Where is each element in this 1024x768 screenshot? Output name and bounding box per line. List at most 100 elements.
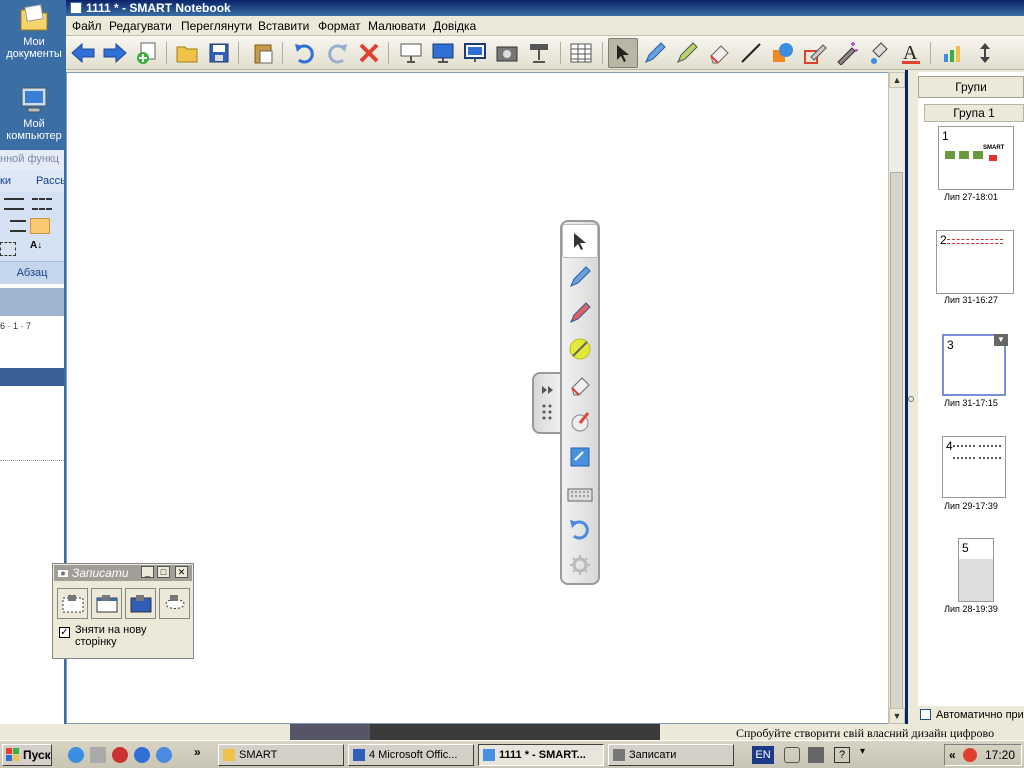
forward-arrow-icon[interactable] bbox=[100, 38, 130, 68]
delete-icon[interactable] bbox=[354, 38, 384, 68]
quick-launch-icon[interactable] bbox=[68, 747, 84, 763]
taskbar-task-notebook[interactable]: 1111 * - SMART... bbox=[478, 744, 604, 766]
highlighter-icon[interactable] bbox=[562, 332, 598, 366]
fill-icon[interactable] bbox=[864, 38, 894, 68]
page-thumbnail-4[interactable]: 4 bbox=[942, 436, 1006, 498]
move-toolbar-icon[interactable] bbox=[970, 38, 1000, 68]
text-icon[interactable]: A bbox=[896, 38, 926, 68]
capture-window-icon[interactable] bbox=[91, 588, 122, 619]
scroll-down-icon[interactable]: ▼ bbox=[889, 708, 905, 724]
internet-explorer-icon[interactable] bbox=[134, 747, 150, 763]
pen-icon[interactable] bbox=[562, 260, 598, 294]
shape-icon[interactable] bbox=[768, 38, 798, 68]
close-button[interactable]: ✕ bbox=[175, 566, 188, 578]
screen-capture-icon[interactable] bbox=[492, 38, 522, 68]
select-icon[interactable] bbox=[562, 224, 598, 258]
new-page-checkbox[interactable]: ✓ bbox=[59, 627, 70, 638]
scrollbar-thumb[interactable] bbox=[890, 172, 903, 742]
sort-icon[interactable]: A↓ bbox=[30, 240, 50, 256]
back-arrow-icon[interactable] bbox=[68, 38, 98, 68]
select-arrow-icon[interactable] bbox=[608, 38, 638, 68]
eraser-icon[interactable] bbox=[562, 368, 598, 402]
page-thumbnail-1[interactable]: 1 SMART bbox=[938, 126, 1014, 190]
magic-pen-icon[interactable] bbox=[832, 38, 862, 68]
dual-display-icon[interactable] bbox=[460, 38, 490, 68]
capture-freehand-icon[interactable] bbox=[159, 588, 190, 619]
page-thumbnail-2[interactable]: 2 bbox=[936, 230, 1014, 294]
list-icon[interactable] bbox=[4, 198, 24, 210]
panel-resize-handle[interactable] bbox=[908, 396, 914, 402]
screen-shade-icon[interactable] bbox=[396, 38, 426, 68]
menu-file[interactable]: Файл bbox=[72, 18, 102, 34]
clock[interactable]: 17:20 bbox=[985, 748, 1015, 762]
quick-launch-overflow[interactable]: » bbox=[194, 745, 201, 759]
add-page-icon[interactable] bbox=[132, 38, 162, 68]
page-menu-dropdown-icon[interactable]: ▼ bbox=[994, 334, 1008, 346]
canvas-vertical-scrollbar[interactable]: ▲ ▼ bbox=[888, 72, 905, 742]
tray-menu-icon[interactable]: ▾ bbox=[860, 746, 872, 764]
language-indicator[interactable]: EN bbox=[752, 746, 774, 764]
redo-icon[interactable] bbox=[322, 38, 352, 68]
paste-icon[interactable] bbox=[248, 38, 278, 68]
minimize-button[interactable]: _ bbox=[141, 566, 154, 578]
quick-launch-icon[interactable] bbox=[90, 747, 106, 763]
line-icon[interactable] bbox=[736, 38, 766, 68]
creative-pen-icon[interactable] bbox=[672, 38, 702, 68]
word-tab[interactable]: Рассь bbox=[36, 170, 64, 192]
quick-launch-icon[interactable] bbox=[112, 747, 128, 763]
creative-pen-icon[interactable] bbox=[562, 296, 598, 330]
record-dialog-titlebar[interactable]: Записати bbox=[54, 565, 192, 581]
numbered-list-icon[interactable] bbox=[32, 198, 52, 210]
page-thumbnail-3[interactable]: 3 ▼ bbox=[942, 334, 1008, 396]
tray-keyboard-icon[interactable] bbox=[808, 747, 824, 763]
eraser-icon[interactable] bbox=[704, 38, 734, 68]
properties-icon[interactable] bbox=[938, 38, 968, 68]
undo-icon[interactable] bbox=[562, 512, 598, 546]
borders-icon[interactable] bbox=[0, 242, 16, 256]
settings-icon[interactable] bbox=[562, 548, 598, 582]
menu-insert[interactable]: Вставити bbox=[258, 18, 309, 34]
menu-help[interactable]: Довідка bbox=[433, 18, 476, 34]
help-icon[interactable]: ? bbox=[834, 747, 850, 763]
capture-area-icon[interactable] bbox=[57, 588, 88, 619]
word-tab[interactable]: ки bbox=[0, 175, 11, 187]
align-right-icon[interactable] bbox=[10, 220, 26, 232]
page-thumbnail-5[interactable]: 5 bbox=[958, 538, 994, 602]
group-label[interactable]: Група 1 bbox=[924, 104, 1024, 122]
tray-tool-icon[interactable] bbox=[784, 747, 800, 763]
pen-icon[interactable] bbox=[640, 38, 670, 68]
menu-format[interactable]: Формат bbox=[318, 18, 361, 34]
taskbar-task-record[interactable]: Записати bbox=[608, 744, 734, 766]
taskbar-task-office[interactable]: 4 Microsoft Offic... bbox=[348, 744, 474, 766]
undo-icon[interactable] bbox=[290, 38, 320, 68]
auto-hide-checkbox[interactable] bbox=[920, 709, 931, 720]
taskbar-task-smart-folder[interactable]: SMART bbox=[218, 744, 344, 766]
menu-view[interactable]: Переглянути bbox=[181, 18, 252, 34]
table-icon[interactable] bbox=[566, 38, 596, 68]
media-player-icon[interactable] bbox=[156, 747, 172, 763]
document-camera-icon[interactable] bbox=[524, 38, 554, 68]
scroll-up-icon[interactable]: ▲ bbox=[889, 72, 905, 88]
expand-icon[interactable] bbox=[540, 384, 556, 424]
start-button[interactable]: Пуск bbox=[2, 744, 52, 766]
magic-eraser-icon[interactable] bbox=[562, 404, 598, 438]
capture-screen-icon[interactable] bbox=[125, 588, 156, 619]
my-documents-shortcut[interactable]: Мои документы bbox=[6, 2, 62, 60]
shape-pen-icon[interactable] bbox=[800, 38, 830, 68]
notebook-icon[interactable] bbox=[562, 440, 598, 474]
tray-expand-icon[interactable]: « bbox=[949, 745, 956, 765]
tray-app-icon[interactable] bbox=[963, 748, 977, 762]
title-bar[interactable]: 1111 * - SMART Notebook bbox=[66, 0, 1024, 16]
floating-tools-tab[interactable] bbox=[532, 372, 562, 434]
full-screen-icon[interactable] bbox=[428, 38, 458, 68]
groups-button[interactable]: Групи bbox=[918, 76, 1024, 98]
auto-hide-option[interactable]: Автоматично при bbox=[918, 706, 1024, 724]
justify-icon[interactable] bbox=[30, 218, 50, 234]
maximize-button[interactable]: □ bbox=[157, 566, 170, 578]
open-folder-icon[interactable] bbox=[172, 38, 202, 68]
keyboard-icon[interactable] bbox=[562, 478, 598, 512]
menu-draw[interactable]: Малювати bbox=[368, 18, 426, 34]
my-computer-shortcut[interactable]: Мой компьютер bbox=[6, 84, 62, 142]
save-icon[interactable] bbox=[204, 38, 234, 68]
menu-edit[interactable]: Редагувати bbox=[109, 18, 172, 34]
